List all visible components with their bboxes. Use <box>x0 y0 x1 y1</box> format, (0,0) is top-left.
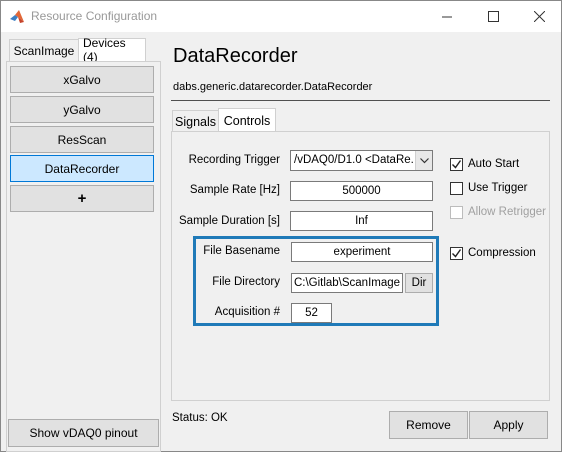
close-button[interactable] <box>516 1 562 32</box>
file-basename-input[interactable]: experiment <box>291 242 433 262</box>
sample-duration-input[interactable]: Inf <box>290 211 433 231</box>
file-basename-value: experiment <box>333 246 391 258</box>
compression-label: Compression <box>468 247 536 259</box>
file-directory-label: File Directory <box>212 276 280 288</box>
tab-signals-label: Signals <box>175 114 216 129</box>
device-label: yGalvo <box>63 102 101 117</box>
resource-configuration-window: Resource Configuration ScanImage Devices… <box>0 0 562 452</box>
acquisition-number-input[interactable]: 52 <box>291 303 332 323</box>
auto-start-checkbox[interactable]: Auto Start <box>450 156 519 172</box>
recording-trigger-label: Recording Trigger <box>188 154 280 166</box>
maximize-icon <box>487 11 499 22</box>
apply-button-label: Apply <box>493 418 524 432</box>
file-directory-input[interactable]: C:\Gitlab\ScanImage <box>291 273 403 293</box>
sample-rate-input[interactable]: 500000 <box>290 181 433 201</box>
device-title: DataRecorder <box>173 45 298 67</box>
acquisition-number-value: 52 <box>305 307 318 319</box>
checkbox-disabled-icon <box>450 205 463 219</box>
header-divider <box>171 100 550 101</box>
add-device-label: + <box>77 190 87 207</box>
dir-browse-button[interactable]: Dir <box>405 273 433 293</box>
title-bar: Resource Configuration <box>1 1 561 32</box>
use-trigger-label: Use Trigger <box>468 182 528 194</box>
tab-scanimage-label: ScanImage <box>13 43 75 58</box>
tab-devices[interactable]: Devices (4) <box>78 36 146 64</box>
device-button-ygalvo[interactable]: yGalvo <box>10 96 154 123</box>
remove-button-label: Remove <box>406 418 451 432</box>
minimize-icon <box>442 16 452 17</box>
apply-button[interactable]: Apply <box>469 411 548 439</box>
file-basename-label: File Basename <box>203 245 280 257</box>
minimize-button[interactable] <box>424 1 470 32</box>
file-directory-value: C:\Gitlab\ScanImage <box>293 277 401 289</box>
chevron-down-icon <box>415 151 432 170</box>
matlab-icon <box>10 10 24 23</box>
sample-rate-value: 500000 <box>342 185 381 197</box>
dir-button-label: Dir <box>411 277 427 289</box>
acquisition-number-label: Acquisition # <box>214 306 280 318</box>
device-label: ResScan <box>57 132 107 147</box>
tab-scanimage[interactable]: ScanImage <box>9 39 79 61</box>
checkbox-checked-icon <box>450 157 463 171</box>
window-title: Resource Configuration <box>31 9 158 23</box>
recording-trigger-value: /vDAQ0/D1.0 <DataRe... <box>294 154 414 166</box>
recording-trigger-select[interactable]: /vDAQ0/D1.0 <DataRe... <box>290 150 433 171</box>
allow-retrigger-label: Allow Retrigger <box>468 206 546 218</box>
show-pinout-label: Show vDAQ0 pinout <box>29 426 138 440</box>
checkbox-checked-icon <box>450 246 463 260</box>
allow-retrigger-checkbox: Allow Retrigger <box>450 204 546 220</box>
tab-controls[interactable]: Controls <box>218 108 276 132</box>
compression-checkbox[interactable]: Compression <box>450 245 536 261</box>
tab-controls-label: Controls <box>223 113 271 128</box>
device-label: xGalvo <box>63 72 101 87</box>
device-label: DataRecorder <box>44 161 120 176</box>
maximize-button[interactable] <box>470 1 516 32</box>
device-button-xgalvo[interactable]: xGalvo <box>10 66 154 93</box>
device-class-path: dabs.generic.datarecorder.DataRecorder <box>173 81 373 93</box>
use-trigger-checkbox[interactable]: Use Trigger <box>450 180 527 196</box>
auto-start-label: Auto Start <box>468 158 520 170</box>
tab-signals[interactable]: Signals <box>172 110 219 132</box>
sample-rate-label: Sample Rate [Hz] <box>189 184 280 196</box>
device-button-resscan[interactable]: ResScan <box>10 126 154 153</box>
status-text: Status: OK <box>172 412 228 424</box>
remove-button[interactable]: Remove <box>389 411 468 439</box>
sample-duration-value: Inf <box>355 215 368 227</box>
show-pinout-button[interactable]: Show vDAQ0 pinout <box>8 419 159 447</box>
checkbox-unchecked-icon <box>450 181 463 195</box>
sample-duration-label: Sample Duration [s] <box>179 215 280 227</box>
tab-devices-label: Devices (4) <box>83 36 126 64</box>
close-icon <box>533 11 545 22</box>
